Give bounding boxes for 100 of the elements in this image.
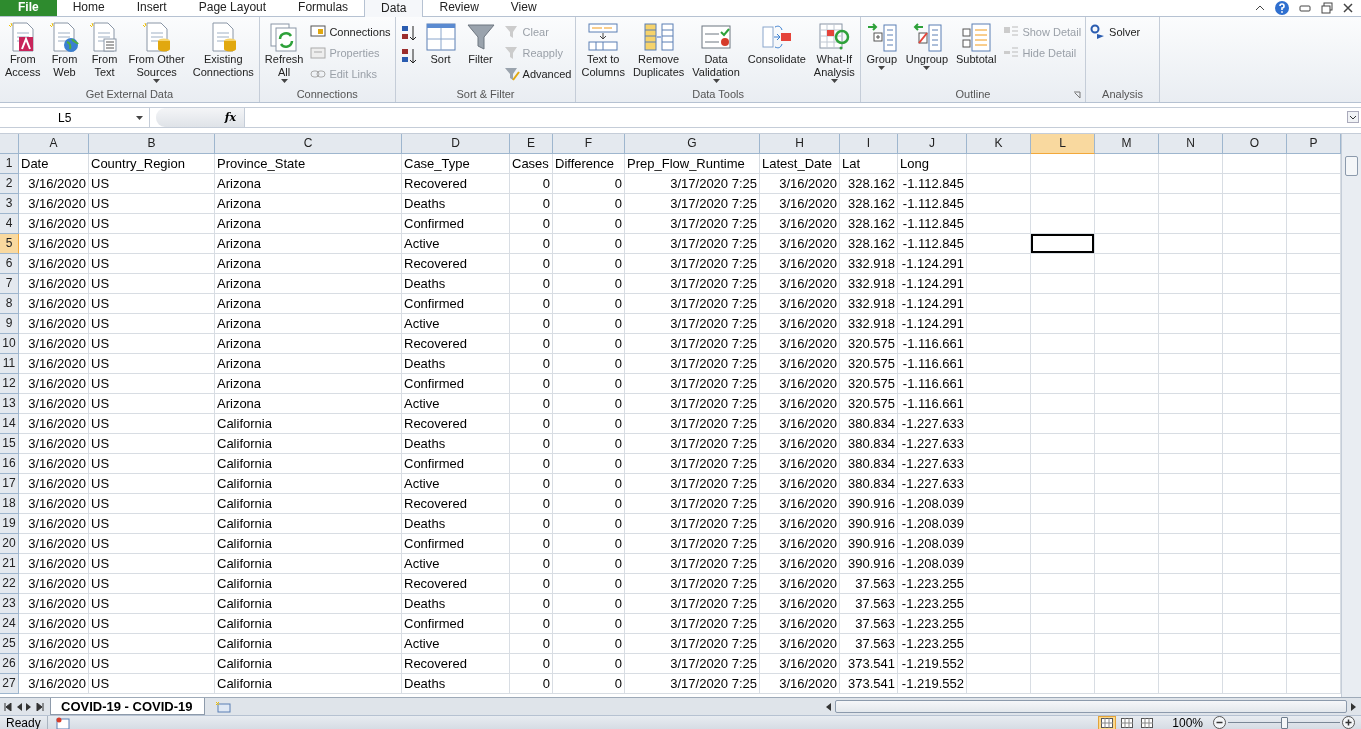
name-box[interactable]: L5 <box>0 108 150 127</box>
row-header[interactable]: 10 <box>0 334 19 354</box>
row-header[interactable]: 11 <box>0 354 19 374</box>
ribbon-button[interactable]: From Text <box>85 19 124 81</box>
column-header[interactable]: E <box>510 134 553 154</box>
sheet-tab[interactable]: COVID-19 - COVID-19 <box>50 698 206 715</box>
ribbon-tab[interactable]: Data <box>364 0 424 17</box>
row-header[interactable]: 6 <box>0 254 19 274</box>
row-header[interactable]: 16 <box>0 454 19 474</box>
column-header[interactable]: C <box>215 134 402 154</box>
table-cell <box>967 354 1031 374</box>
table-cell: Active <box>402 634 510 654</box>
row-header[interactable]: 25 <box>0 634 19 654</box>
ribbon-button[interactable]: From Web <box>45 19 84 81</box>
row-header[interactable]: 7 <box>0 274 19 294</box>
slider-thumb[interactable] <box>1281 716 1288 729</box>
column-header[interactable]: A <box>19 134 89 154</box>
row-header[interactable]: 17 <box>0 474 19 494</box>
table-cell: 0 <box>553 634 625 654</box>
view-button[interactable] <box>1098 715 1117 729</box>
column-header[interactable]: G <box>625 134 760 154</box>
row-header[interactable]: 14 <box>0 414 19 434</box>
column-header[interactable]: B <box>89 134 215 154</box>
row-header[interactable]: 27 <box>0 674 19 694</box>
table-cell: US <box>89 654 215 674</box>
table-cell <box>1031 374 1095 394</box>
column-header[interactable]: O <box>1223 134 1287 154</box>
row-header[interactable]: 26 <box>0 654 19 674</box>
ribbon-button[interactable]: Ungroup <box>902 19 951 72</box>
table-cell: Recovered <box>402 654 510 674</box>
table-cell <box>1223 474 1287 494</box>
row-header[interactable]: 20 <box>0 534 19 554</box>
ribbon-button[interactable]: From Other Sources <box>125 19 188 85</box>
ribbon-button[interactable]: Remove Duplicates <box>629 19 688 81</box>
row-header[interactable]: 19 <box>0 514 19 534</box>
column-header[interactable]: P <box>1287 134 1341 154</box>
column-header[interactable]: M <box>1095 134 1159 154</box>
column-header[interactable]: I <box>840 134 898 154</box>
previous-sheet-icon <box>16 702 22 711</box>
ribbon-button[interactable]: Group <box>862 19 901 72</box>
row-header[interactable]: 21 <box>0 554 19 574</box>
ribbon-tab[interactable]: Formulas <box>282 0 365 16</box>
ribbon-button[interactable]: Refresh All <box>261 19 307 85</box>
row-header[interactable]: 5 <box>0 234 19 254</box>
zoom-level[interactable]: 100% <box>1172 715 1203 729</box>
row-header[interactable]: 4 <box>0 214 19 234</box>
ribbon-button[interactable]: Existing Connections <box>189 19 257 81</box>
ribbon-button[interactable]: Connections <box>308 23 393 41</box>
ribbon-button[interactable]: Filter <box>461 19 500 68</box>
ribbon-button[interactable]: Advanced <box>501 65 574 83</box>
table-cell: 0 <box>510 454 553 474</box>
table-cell: -1.208.039 <box>898 534 967 554</box>
row-header[interactable]: 8 <box>0 294 19 314</box>
ribbon-tab[interactable]: Home <box>56 0 121 16</box>
ribbon-button[interactable]: Data Validation <box>689 19 743 85</box>
row-header[interactable]: 23 <box>0 594 19 614</box>
ribbon-tab[interactable]: Insert <box>120 0 183 16</box>
insert-function-button[interactable]: fx <box>222 111 238 124</box>
row-header[interactable]: 2 <box>0 174 19 194</box>
selected-cell[interactable] <box>1031 234 1095 254</box>
vertical-scrollbar[interactable] <box>1341 134 1361 697</box>
formula-field[interactable] <box>244 108 1361 127</box>
ribbon-button[interactable]: From Access <box>2 19 44 81</box>
row-header[interactable]: 22 <box>0 574 19 594</box>
table-cell: 3/16/2020 <box>19 534 89 554</box>
ribbon-button[interactable]: Sort <box>421 19 460 68</box>
table-cell <box>1159 294 1223 314</box>
column-header[interactable]: N <box>1159 134 1223 154</box>
column-header[interactable]: H <box>760 134 840 154</box>
ribbon-button[interactable]: What-If Analysis <box>810 19 858 85</box>
row-header[interactable]: 3 <box>0 194 19 214</box>
ribbon-button[interactable]: Consolidate <box>744 19 809 68</box>
table-cell: Deaths <box>402 354 510 374</box>
table-cell <box>1159 514 1223 534</box>
column-header[interactable]: D <box>402 134 510 154</box>
table-cell <box>967 654 1031 674</box>
column-header[interactable]: L <box>1031 134 1095 154</box>
column-header[interactable]: F <box>553 134 625 154</box>
ribbon-tab[interactable]: View <box>494 0 553 16</box>
row-header[interactable]: 13 <box>0 394 19 414</box>
file-tab[interactable]: File <box>0 0 57 16</box>
row-header[interactable]: 1 <box>0 154 19 174</box>
table-cell <box>967 614 1031 634</box>
ribbon-button[interactable]: Subtotal <box>953 19 1000 68</box>
table-cell: 0 <box>553 174 625 194</box>
column-header[interactable]: J <box>898 134 967 154</box>
ribbon-tab[interactable]: Page Layout <box>182 0 283 16</box>
column-header[interactable]: K <box>967 134 1031 154</box>
ribbon-button[interactable]: Text to Columns <box>578 19 628 81</box>
zoom-slider[interactable] <box>1228 716 1340 729</box>
row-header[interactable]: 18 <box>0 494 19 514</box>
table-cell: Active <box>402 394 510 414</box>
row-header[interactable]: 24 <box>0 614 19 634</box>
row-header[interactable]: 15 <box>0 434 19 454</box>
row-header[interactable]: 12 <box>0 374 19 394</box>
table-cell: 3/17/2020 7:25 <box>625 374 760 394</box>
horizontal-scrollbar[interactable] <box>835 700 1347 713</box>
ribbon-tab[interactable]: Review <box>423 0 495 16</box>
row-header[interactable]: 9 <box>0 314 19 334</box>
ribbon-button[interactable]: Solver <box>1088 23 1143 41</box>
